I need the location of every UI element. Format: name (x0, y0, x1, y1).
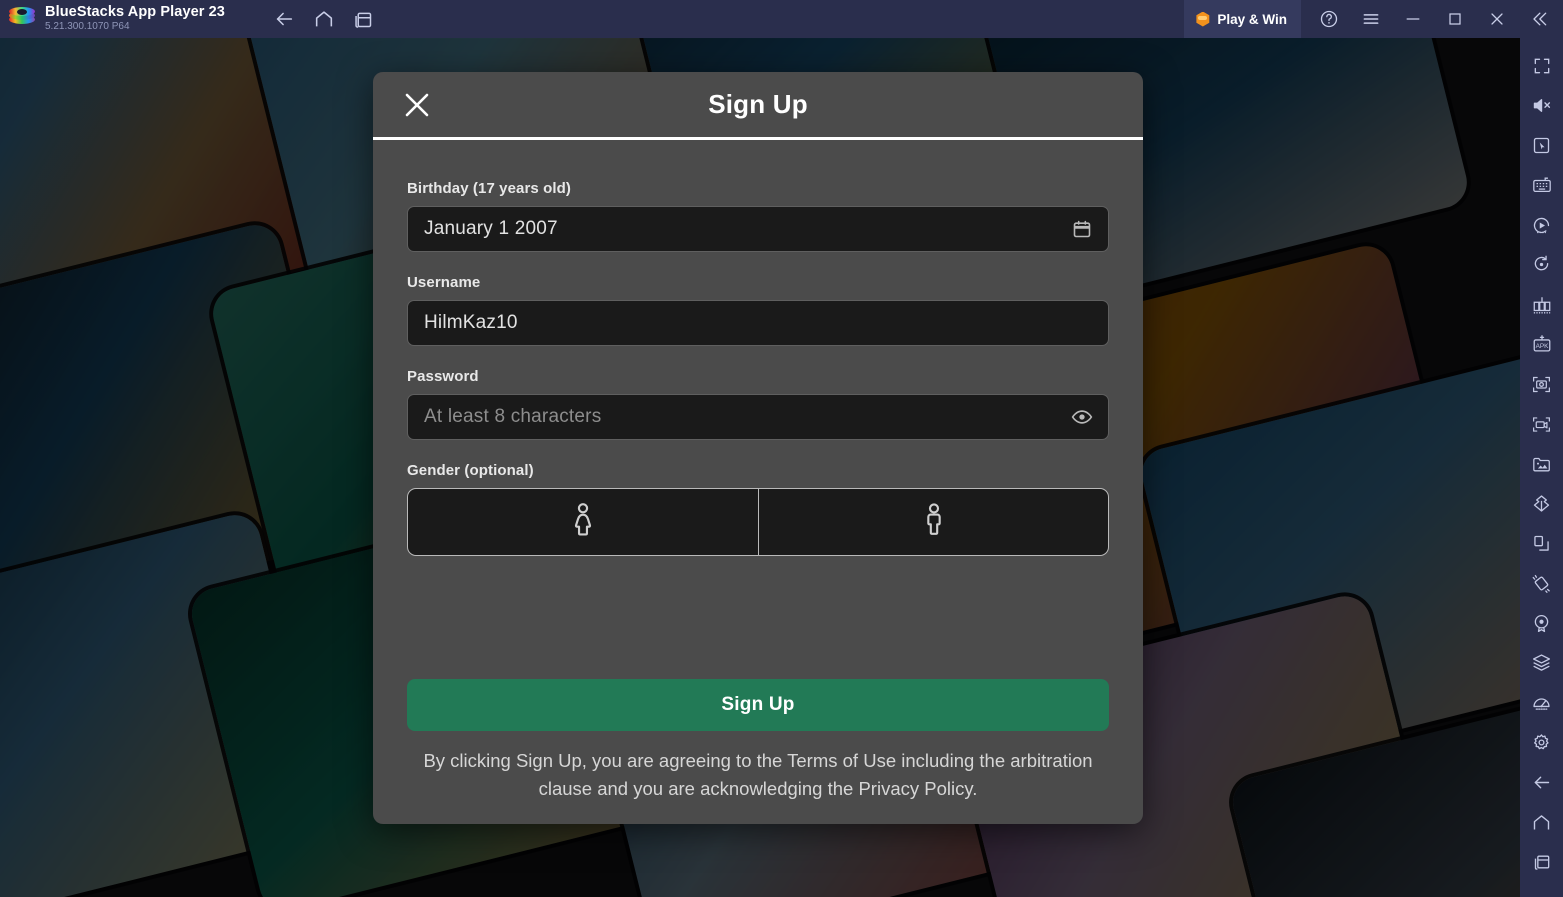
gender-female-button[interactable] (408, 489, 758, 555)
performance-icon[interactable] (1520, 683, 1563, 723)
help-icon[interactable] (1309, 0, 1349, 38)
shake-icon[interactable] (1520, 563, 1563, 603)
password-label: Password (407, 368, 479, 385)
app-version: 5.21.300.1070 P64 (45, 21, 130, 33)
back-icon[interactable] (1520, 762, 1563, 802)
dialog-title: Sign Up (708, 89, 808, 119)
birthday-value: January 1 2007 (424, 218, 558, 239)
gender-options (407, 488, 1109, 556)
settings-icon[interactable] (1520, 723, 1563, 763)
birthday-field-group: Birthday (17 years old) January 1 2007 (407, 180, 1109, 252)
birthday-input[interactable]: January 1 2007 (407, 206, 1109, 252)
eco-mode-icon[interactable] (1520, 484, 1563, 524)
macro-icon[interactable] (1520, 205, 1563, 245)
fullscreen-icon[interactable] (1520, 46, 1563, 86)
male-figure-icon (921, 502, 947, 543)
multi-instance-icon[interactable] (351, 6, 377, 32)
dialog-body: Birthday (17 years old) January 1 2007 U… (373, 140, 1143, 679)
play-and-win-label: Play & Win (1217, 11, 1287, 27)
menu-icon[interactable] (1351, 0, 1391, 38)
media-manager-icon[interactable] (1520, 444, 1563, 484)
home-icon[interactable] (311, 6, 337, 32)
collapse-sidebar-icon[interactable] (1519, 0, 1559, 38)
gender-label: Gender (optional) (407, 462, 534, 479)
birthday-label: Birthday (17 years old) (407, 180, 572, 197)
cursor-icon[interactable] (1520, 126, 1563, 166)
username-input[interactable]: HilmKaz10 (407, 300, 1109, 346)
dialog-footer: Sign Up By clicking Sign Up, you are agr… (373, 678, 1143, 824)
legal-disclaimer-text: By clicking Sign Up, you are agreeing to… (423, 749, 1093, 800)
layers-icon[interactable] (1520, 643, 1563, 683)
copy-paste-icon[interactable] (1520, 524, 1563, 564)
close-icon[interactable] (1477, 0, 1517, 38)
location-icon[interactable] (1520, 603, 1563, 643)
app-title: BlueStacks App Player 23 (45, 4, 225, 21)
play-and-win-button[interactable]: Play & Win (1184, 0, 1301, 38)
signup-submit-button[interactable]: Sign Up (407, 678, 1109, 731)
bluestacks-logo-icon (9, 6, 35, 32)
multi-instance-sync-icon[interactable] (1520, 285, 1563, 325)
username-label: Username (407, 274, 481, 291)
password-input[interactable]: At least 8 characters (407, 394, 1109, 440)
apk-install-icon[interactable]: APK (1520, 325, 1563, 365)
screenshot-icon[interactable] (1520, 364, 1563, 404)
svg-text:APK: APK (1535, 343, 1549, 350)
username-value: HilmKaz10 (424, 312, 518, 333)
titlebar-right: Play & Win (1184, 0, 1563, 38)
recents-icon[interactable] (1520, 842, 1563, 882)
gender-field-group: Gender (optional) (407, 462, 1109, 556)
eye-icon[interactable] (1070, 405, 1094, 429)
gem-icon (1196, 11, 1210, 27)
female-figure-icon (568, 502, 598, 543)
minimize-icon[interactable] (1393, 0, 1433, 38)
window-controls (1301, 0, 1563, 38)
rotate-icon[interactable] (1520, 245, 1563, 285)
screen-record-icon[interactable] (1520, 404, 1563, 444)
maximize-icon[interactable] (1435, 0, 1475, 38)
home-icon[interactable] (1520, 802, 1563, 842)
tools-sidebar: APK (1520, 38, 1563, 897)
close-icon[interactable] (400, 88, 434, 122)
dialog-header: Sign Up (373, 72, 1143, 140)
mute-icon[interactable] (1520, 86, 1563, 126)
password-field-group: Password At least 8 characters (407, 368, 1109, 440)
calendar-icon[interactable] (1070, 217, 1094, 241)
titlebar-texts: BlueStacks App Player 23 5.21.300.1070 P… (45, 4, 225, 33)
keyboard-icon[interactable] (1520, 165, 1563, 205)
gender-male-button[interactable] (758, 489, 1108, 555)
titlebar: BlueStacks App Player 23 5.21.300.1070 P… (0, 0, 1563, 38)
titlebar-nav-icons (271, 6, 377, 32)
signup-dialog: Sign Up Birthday (17 years old) January … (373, 72, 1143, 824)
password-placeholder: At least 8 characters (424, 406, 602, 427)
username-field-group: Username HilmKaz10 (407, 274, 1109, 346)
back-icon[interactable] (271, 6, 297, 32)
